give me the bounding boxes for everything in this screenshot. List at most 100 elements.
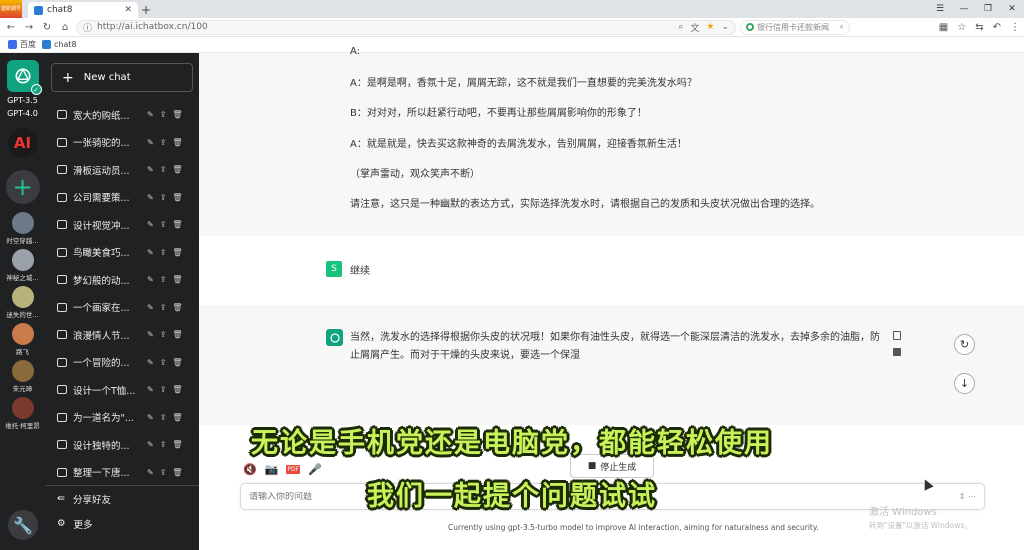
bookmark-chat8[interactable]: chat8 [42, 40, 77, 49]
minimize-icon[interactable]: — [952, 0, 976, 18]
grid-icon[interactable]: ▦ [939, 22, 948, 33]
conversation-item[interactable]: 一张骑驼的... ✎ ⇪ 🗑 [51, 129, 197, 157]
add-role-button[interactable]: + [5, 170, 40, 204]
trash-icon[interactable]: 🗑 [172, 358, 182, 367]
maximize-icon[interactable]: ❐ [976, 0, 1000, 18]
export-icon[interactable]: ⇪ [160, 330, 167, 339]
avatar [11, 249, 34, 271]
conversation-actions: ✎ ⇪ 🗑 [147, 220, 183, 229]
zoom-icon[interactable]: ⌕ [678, 22, 683, 32]
export-icon[interactable]: ⇪ [160, 138, 167, 147]
conversation-title: 浪漫情人节... [73, 330, 130, 342]
edit-icon[interactable]: ✎ [147, 303, 154, 312]
chat-bubble-icon [57, 247, 67, 257]
new-chat-button[interactable]: + New chat [51, 63, 193, 92]
conversation-item[interactable]: 一个冒险的... ✎ ⇪ 🗑 [51, 349, 197, 377]
browser-logo-icon[interactable]: 建新期号 [0, 0, 22, 18]
conversation-item[interactable]: 设计视觉冲... ✎ ⇪ 🗑 [51, 211, 197, 239]
trash-icon[interactable]: 🗑 [172, 165, 182, 174]
conversation-item[interactable]: 设计一个T恤... ✎ ⇪ 🗑 [51, 376, 197, 404]
edit-icon[interactable]: ✎ [147, 165, 154, 174]
export-icon[interactable]: ⇪ [160, 110, 167, 119]
trash-icon[interactable]: 🗑 [172, 110, 182, 119]
export-icon[interactable]: ⇪ [160, 358, 167, 367]
edit-icon[interactable]: ✎ [147, 220, 154, 229]
undo-icon[interactable]: ↶ [993, 22, 1001, 33]
edit-icon[interactable]: ✎ [147, 275, 154, 284]
browser-search-box[interactable]: 银行信用卡还款新闻 ⌕ [740, 19, 850, 35]
trash-icon[interactable]: 🗑 [172, 193, 182, 202]
browser-tab[interactable]: chat8 ✕ [28, 2, 138, 18]
conversation-item[interactable]: 公司需要策... ✎ ⇪ 🗑 [51, 184, 197, 212]
edit-icon[interactable]: ✎ [147, 330, 154, 339]
export-icon[interactable]: ⇪ [160, 248, 167, 257]
openai-logo-icon[interactable]: ✓ [6, 60, 42, 95]
export-icon[interactable]: ⇪ [160, 165, 167, 174]
conversation-title: 设计视觉冲... [73, 220, 130, 232]
edit-icon[interactable]: ✎ [147, 193, 154, 202]
role-item[interactable]: 时空穿越... [0, 212, 45, 245]
bookmark-star-icon[interactable]: ★ [706, 22, 714, 32]
search-icon[interactable]: ⌕ [840, 22, 844, 32]
edit-icon[interactable]: ✎ [147, 138, 154, 147]
avatar [11, 286, 34, 308]
back-icon[interactable]: ← [4, 20, 18, 34]
wrench-icon[interactable]: 🔧 [8, 510, 38, 540]
trash-icon[interactable]: 🗑 [172, 330, 182, 339]
export-icon[interactable]: ⇪ [160, 193, 167, 202]
user-avatar: S [326, 261, 342, 277]
menu-icon[interactable]: ☰ [928, 0, 952, 18]
role-item[interactable]: 朱元璋 [0, 360, 45, 393]
export-icon[interactable]: ⇪ [160, 220, 167, 229]
ai-logo-icon[interactable]: AI [7, 128, 38, 158]
edit-icon[interactable]: ✎ [147, 358, 154, 367]
avatar [11, 212, 34, 234]
collections-icon[interactable]: ⇆ [975, 22, 983, 33]
trash-icon[interactable]: 🗑 [172, 248, 182, 257]
trash-icon[interactable]: 🗑 [172, 220, 182, 229]
conversation-item[interactable]: 梦幻般的动... ✎ ⇪ 🗑 [51, 266, 197, 294]
regenerate-button[interactable]: ↻ [954, 334, 975, 355]
chat8-icon [42, 40, 51, 49]
edit-icon[interactable]: ✎ [147, 385, 154, 394]
close-window-icon[interactable]: ✕ [1000, 0, 1024, 18]
trash-icon[interactable]: 🗑 [172, 385, 182, 394]
pdf-icon[interactable]: PDF [286, 465, 301, 474]
export-icon[interactable]: ⇪ [160, 275, 167, 284]
model-gpt35[interactable]: GPT-3.5 [7, 96, 38, 105]
export-icon[interactable]: ⇪ [160, 385, 167, 394]
scroll-down-button[interactable]: ↓ [954, 373, 975, 394]
bookmark-baidu[interactable]: 百度 [8, 39, 36, 50]
forward-icon[interactable]: → [22, 20, 36, 34]
trash-icon[interactable]: 🗑 [172, 138, 182, 147]
translate-icon[interactable]: 文 [690, 21, 699, 34]
site-info-icon[interactable]: ⓘ [83, 21, 92, 34]
model-gpt40[interactable]: GPT-4.0 [7, 109, 38, 118]
trash-icon[interactable]: 🗑 [172, 275, 182, 284]
close-tab-icon[interactable]: ✕ [124, 5, 132, 15]
conversation-item[interactable]: 滑板运动员... ✎ ⇪ 🗑 [51, 156, 197, 184]
dropdown-icon[interactable]: ⌄ [721, 22, 729, 32]
role-item[interactable]: 路飞 [0, 323, 45, 356]
conversation-actions: ✎ ⇪ 🗑 [147, 303, 183, 312]
home-icon[interactable]: ⌂ [58, 20, 72, 34]
more-icon[interactable]: ⋮ [1010, 22, 1020, 33]
conversation-item[interactable]: 鸟瞰美食巧... ✎ ⇪ 🗑 [51, 239, 197, 267]
role-item[interactable]: 迷失的世... [0, 286, 45, 319]
edit-icon[interactable]: ✎ [147, 248, 154, 257]
conversation-item[interactable]: 浪漫情人节... ✎ ⇪ 🗑 [51, 321, 197, 349]
conversation-item[interactable]: 一个画家在... ✎ ⇪ 🗑 [51, 294, 197, 322]
export-icon[interactable]: ⇪ [160, 303, 167, 312]
delete-icon[interactable] [893, 348, 901, 356]
new-tab-button[interactable]: + [138, 2, 154, 18]
role-item[interactable]: 神秘之城... [0, 249, 45, 282]
reload-icon[interactable]: ↻ [40, 20, 54, 34]
more-settings-button[interactable]: ⚙ 更多 [45, 511, 199, 536]
bookmarks-bar: 百度 chat8 [0, 37, 1024, 53]
favorites-icon[interactable]: ☆ [957, 22, 966, 33]
url-bar[interactable]: ⓘ http://ai.ichatbox.cn/100 ⌕ 文 ★ ⌄ [76, 19, 736, 35]
copy-icon[interactable] [893, 331, 901, 340]
conversation-item[interactable]: 宽大的购纸... ✎ ⇪ 🗑 [51, 101, 197, 129]
trash-icon[interactable]: 🗑 [172, 303, 182, 312]
edit-icon[interactable]: ✎ [147, 110, 154, 119]
